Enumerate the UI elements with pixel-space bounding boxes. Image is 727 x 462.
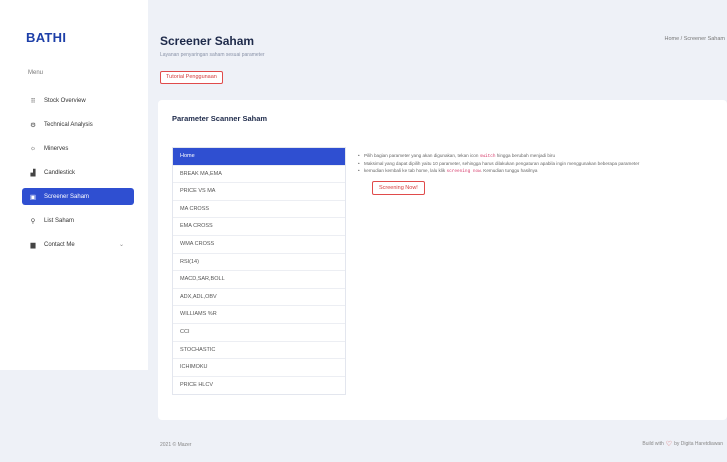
pin-icon: ⚲ <box>30 217 36 225</box>
sidebar-item-minerves[interactable]: ☼ Minerves <box>22 140 134 157</box>
screening-now-button[interactable]: Screening Now! <box>372 180 425 195</box>
param-tab-macd-sar-boll[interactable]: MACD,SAR,BOLL <box>173 271 345 289</box>
sidebar-item-label: Technical Analysis <box>44 121 93 128</box>
param-tab-price-hlcv[interactable]: PRICE HLCV <box>173 377 345 395</box>
chart-icon: ▟ <box>30 169 36 177</box>
sidebar-item-label: Contact Me <box>44 241 75 248</box>
sidebar-item-contact-me[interactable]: ▆ Contact Me ⌄ <box>22 236 134 253</box>
screening-now-code: screening now <box>446 169 481 175</box>
instruction-item: Pilih bagian parameter yang akan digunak… <box>358 152 718 160</box>
sidebar-item-label: Candlestick <box>44 169 76 176</box>
brand-logo[interactable]: BATHI <box>26 30 66 45</box>
sidebar-item-screener-saham[interactable]: ▣ Screener Saham <box>22 188 134 205</box>
page-header: Screener Saham Layanan penyaringan saham… <box>148 14 727 84</box>
param-tab-price-vs-ma[interactable]: PRICE VS MA <box>173 183 345 201</box>
param-tab-home[interactable]: Home <box>173 148 345 166</box>
footer-credit-text: Build with <box>642 441 664 447</box>
briefcase-icon: ▆ <box>30 241 36 249</box>
sidebar-nav: ⠿ Stock Overview ⚙ Technical Analysis ☼ … <box>22 92 134 260</box>
sun-icon: ☼ <box>30 145 36 152</box>
page-title: Screener Saham <box>160 34 255 48</box>
heart-icon: ♡ <box>665 441 673 448</box>
sidebar-item-candlestick[interactable]: ▟ Candlestick <box>22 164 134 181</box>
sidebar-item-technical-analysis[interactable]: ⚙ Technical Analysis <box>22 116 134 133</box>
instructions: Pilih bagian parameter yang akan digunak… <box>358 152 718 195</box>
instruction-text: hingga berubah menjadi biru <box>495 153 556 158</box>
footer-credit: Build with ♡ by Digita Haretdiawan <box>642 440 723 448</box>
menu-label: Menu <box>28 70 44 76</box>
param-tab-cci[interactable]: CCI <box>173 324 345 342</box>
switch-code: switch <box>479 154 496 159</box>
sidebar-item-label: Stock Overview <box>44 97 86 104</box>
param-tab-adx-adl-obv[interactable]: ADX,ADL,OBV <box>173 289 345 307</box>
sidebar-item-label: Minerves <box>44 145 69 152</box>
chevron-down-icon[interactable]: ⌄ <box>119 241 124 248</box>
instruction-item: Maksimal yang dapat dipilih yaitu 10 par… <box>358 160 718 167</box>
sidebar-item-stock-overview[interactable]: ⠿ Stock Overview <box>22 92 134 109</box>
param-tab-ema-cross[interactable]: EMA CROSS <box>173 218 345 236</box>
instruction-text: kemudian kembali ke tab home, lalu klik <box>364 168 447 174</box>
sidebar-item-label: List Saham <box>44 217 75 224</box>
sidebar-item-label: Screener Saham <box>44 193 90 200</box>
settings-icon: ⚙ <box>30 121 36 129</box>
param-tab-ichimoku[interactable]: ICHIMOKU <box>173 359 345 377</box>
screen-icon: ▣ <box>29 193 37 201</box>
parameter-card: Parameter Scanner Saham Home BREAK MA,EM… <box>158 100 727 420</box>
param-tab-break-ma-ema[interactable]: BREAK MA,EMA <box>173 166 345 184</box>
param-tab-stochastic[interactable]: STOCHASTIC <box>173 342 345 360</box>
grid-icon: ⠿ <box>30 97 36 105</box>
card-title: Parameter Scanner Saham <box>172 114 268 123</box>
instruction-text: . Kemudian tunggu hasilnya <box>480 168 538 174</box>
param-tab-williams-r[interactable]: WILLIAMS %R <box>173 306 345 324</box>
param-tab-rsi[interactable]: RSI(14) <box>173 254 345 272</box>
sidebar-item-list-saham[interactable]: ⚲ List Saham <box>22 212 134 229</box>
page-subtitle: Layanan penyaringan saham sesuai paramet… <box>160 52 265 58</box>
param-tab-ma-cross[interactable]: MA CROSS <box>173 201 345 219</box>
tutorial-button[interactable]: Tutorial Penggunaan <box>160 71 223 84</box>
footer-copyright: 2021 © Mazer <box>160 442 192 448</box>
breadcrumb[interactable]: Home / Screener Saham <box>664 36 725 42</box>
footer-author[interactable]: by Digita Haretdiawan <box>674 441 723 447</box>
sidebar: BATHI Menu ⠿ Stock Overview ⚙ Technical … <box>0 0 148 370</box>
instruction-text: Pilih bagian parameter yang akan digunak… <box>364 153 480 158</box>
instruction-item: kemudian kembali ke tab home, lalu klik … <box>358 167 718 175</box>
parameter-list: Home BREAK MA,EMA PRICE VS MA MA CROSS E… <box>172 147 346 396</box>
param-tab-wma-cross[interactable]: WMA CROSS <box>173 236 345 254</box>
